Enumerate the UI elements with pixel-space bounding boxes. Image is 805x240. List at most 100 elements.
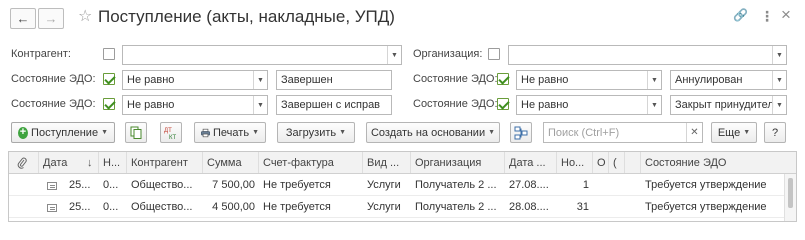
chevron-down-icon[interactable]: ▼	[772, 71, 786, 89]
page-title: Поступление (акты, накладные, УПД)	[98, 7, 395, 26]
scrollbar-thumb[interactable]	[788, 178, 793, 208]
chevron-down-icon: ▼	[101, 129, 108, 136]
cell-number: 0...	[103, 179, 119, 191]
column-header-doc-number[interactable]: Но...	[557, 152, 593, 173]
chevron-down-icon[interactable]: ▼	[253, 71, 267, 89]
chevron-down-icon[interactable]: ▼	[253, 96, 267, 114]
edo-state-label: Состояние ЭДО:	[11, 98, 96, 110]
counterparty-label: Контрагент:	[11, 48, 71, 60]
edo-state-label-right: Состояние ЭДО:	[413, 73, 498, 85]
document-icon	[43, 174, 65, 196]
cell-edo-state: Требуется утверждение	[645, 179, 767, 191]
counterparty-field[interactable]: ▼	[122, 45, 402, 65]
documents-table: Дата ↓ Н... Контрагент Сумма Счет-фактур…	[8, 151, 797, 222]
cell-date: 25...	[69, 201, 91, 213]
edo-state-checkbox-right[interactable]	[497, 98, 509, 110]
edo-state-checkbox[interactable]	[103, 73, 115, 85]
cell-invoice: Не требуется	[263, 179, 331, 191]
chevron-down-icon[interactable]: ▼	[647, 96, 661, 114]
close-icon[interactable]: ×	[781, 5, 791, 25]
chevron-down-icon: ▼	[488, 129, 496, 136]
printer-icon	[201, 128, 211, 137]
cell-organization: Получатель 2 ...	[415, 179, 497, 191]
edo-state-checkbox[interactable]	[103, 98, 115, 110]
organization-field[interactable]: ▼	[508, 45, 787, 65]
create-based-on-button[interactable]: Создать на основании ▼	[366, 122, 500, 143]
column-header-number[interactable]: Н...	[99, 152, 127, 173]
chevron-down-icon[interactable]: ▼	[647, 71, 661, 89]
column-header-kind[interactable]: Вид ...	[363, 152, 411, 173]
edo-state-value[interactable]: Завершен с исправ	[276, 95, 392, 115]
cell-doc-date: 28.08....	[509, 201, 549, 213]
column-header-c[interactable]: (	[609, 152, 625, 173]
column-header-doc-date[interactable]: Дата ...	[505, 152, 557, 173]
paperclip-icon	[17, 157, 27, 169]
chevron-down-icon[interactable]: ▼	[387, 46, 401, 64]
column-header-organization[interactable]: Организация	[411, 152, 505, 173]
cell-doc-number: 31	[576, 201, 589, 213]
more-options-icon[interactable]: ⋮	[760, 8, 774, 25]
svg-text:КТ: КТ	[169, 135, 176, 140]
cell-edo-state: Требуется утверждение	[645, 201, 767, 213]
add-icon: +	[18, 126, 29, 139]
edo-condition-select[interactable]: Не равно ▼	[122, 70, 268, 90]
edo-condition-select-right[interactable]: Не равно ▼	[516, 70, 662, 90]
cell-doc-date: 27.08....	[509, 179, 549, 191]
table-row[interactable]: 25... 0... Общество... 4 500,00 Не требу…	[9, 196, 796, 218]
dt-kt-button[interactable]: ДТ КТ	[160, 122, 182, 143]
load-button[interactable]: Загрузить ▼	[277, 122, 355, 143]
receipt-create-button[interactable]: + Поступление ▼	[11, 122, 115, 143]
more-button[interactable]: Еще ▼	[711, 122, 757, 143]
column-header-invoice[interactable]: Счет-фактура	[259, 152, 363, 173]
column-header-counterparty[interactable]: Контрагент	[127, 152, 203, 173]
edo-state-label-right: Состояние ЭДО:	[413, 98, 498, 110]
counterparty-checkbox[interactable]	[103, 48, 115, 60]
cell-counterparty: Общество...	[131, 179, 193, 191]
column-header-date[interactable]: Дата	[39, 152, 83, 173]
table-row[interactable]: 25... 0... Общество... 7 500,00 Не требу…	[9, 174, 796, 196]
cell-counterparty: Общество...	[131, 201, 193, 213]
column-header-edo-state[interactable]: Состояние ЭДО	[641, 152, 786, 173]
edo-state-checkbox-right[interactable]	[497, 73, 509, 85]
cell-invoice: Не требуется	[263, 201, 331, 213]
dt-kt-icon: ДТ КТ	[164, 128, 176, 140]
copy-icon	[130, 126, 142, 139]
edo-state-label: Состояние ЭДО:	[11, 73, 96, 85]
sort-desc-icon[interactable]: ↓	[83, 152, 99, 173]
link-icon[interactable]: 🔗	[733, 8, 748, 22]
document-structure-icon	[514, 126, 528, 139]
structure-button[interactable]	[510, 122, 532, 143]
column-header-blank[interactable]	[625, 152, 641, 173]
cell-kind: Услуги	[367, 201, 401, 213]
vertical-scrollbar[interactable]	[784, 174, 796, 221]
cell-date: 25...	[69, 179, 91, 191]
edo-condition-select-right[interactable]: Не равно ▼	[516, 95, 662, 115]
arrow-right-icon: →	[44, 11, 58, 26]
back-button[interactable]: ←	[10, 8, 36, 29]
copy-button[interactable]	[125, 122, 147, 143]
svg-text:ДТ: ДТ	[164, 128, 172, 134]
column-header-o[interactable]: О	[593, 152, 609, 173]
chevron-down-icon[interactable]: ▼	[772, 96, 786, 114]
organization-label: Организация:	[413, 48, 483, 60]
document-icon	[43, 196, 65, 218]
attachment-column-header[interactable]	[9, 152, 39, 173]
forward-button[interactable]: →	[38, 8, 64, 29]
help-button[interactable]: ?	[764, 122, 786, 143]
favorite-star-icon[interactable]: ☆	[78, 6, 92, 26]
cell-kind: Услуги	[367, 179, 401, 191]
organization-checkbox[interactable]	[488, 48, 500, 60]
chevron-down-icon: ▼	[339, 129, 347, 136]
chevron-down-icon[interactable]: ▼	[772, 46, 786, 64]
edo-state-value-right[interactable]: Закрыт принудител ▼	[670, 95, 787, 115]
cell-sum: 4 500,00	[212, 201, 255, 213]
edo-condition-select[interactable]: Не равно ▼	[122, 95, 268, 115]
search-input[interactable]: Поиск (Ctrl+F) ✕	[543, 122, 703, 143]
edo-state-value-right[interactable]: Аннулирован ▼	[670, 70, 787, 90]
edo-state-value[interactable]: Завершен	[276, 70, 392, 90]
chevron-down-icon: ▼	[743, 129, 751, 136]
cell-number: 0...	[103, 201, 119, 213]
column-header-sum[interactable]: Сумма	[203, 152, 259, 173]
clear-search-icon[interactable]: ✕	[686, 123, 702, 142]
print-button[interactable]: Печать ▼	[194, 122, 266, 143]
